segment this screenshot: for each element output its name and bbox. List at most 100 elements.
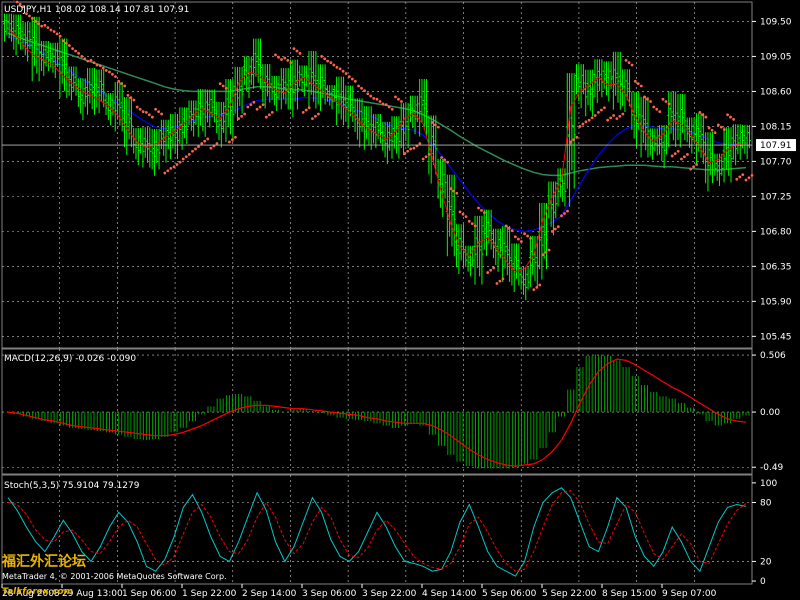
sar-dot xyxy=(461,212,465,216)
sar-dot xyxy=(135,105,139,109)
sar-dot xyxy=(350,77,354,81)
sar-dot xyxy=(61,39,65,43)
sar-dot xyxy=(421,157,425,161)
sar-dot xyxy=(335,65,339,69)
sar-dot xyxy=(667,102,671,106)
sar-dot xyxy=(538,283,542,287)
sar-dot xyxy=(43,23,47,27)
sar-dot xyxy=(280,58,283,61)
sar-dot xyxy=(117,79,121,83)
sar-dot xyxy=(150,115,154,119)
sar-dot xyxy=(237,117,241,121)
sar-dot xyxy=(206,137,210,141)
sar-dot xyxy=(77,51,80,55)
sar-dot xyxy=(501,277,505,281)
sar-dot xyxy=(597,111,600,114)
x-tick-label: 5 Sep 06:00 xyxy=(482,589,537,599)
sar-dot xyxy=(692,165,696,169)
sar-dot xyxy=(698,111,702,114)
sar-dot xyxy=(532,288,536,292)
sar-dot xyxy=(458,210,462,214)
sar-dot xyxy=(270,111,274,114)
sar-dot xyxy=(289,61,293,65)
sar-dot xyxy=(178,160,182,164)
sar-dot xyxy=(64,41,68,45)
y-tick-label: 105.90 xyxy=(760,297,792,307)
sar-dot xyxy=(649,100,652,103)
sar-dot xyxy=(729,115,732,119)
sar-dot xyxy=(636,82,640,86)
sar-dot xyxy=(197,145,200,149)
sar-dot xyxy=(670,154,674,158)
sar-dot xyxy=(526,234,529,238)
sar-dot xyxy=(200,142,204,145)
sar-dot xyxy=(513,235,517,239)
sar-dot xyxy=(440,156,443,159)
sar-dot xyxy=(160,112,164,116)
sar-dot xyxy=(547,248,551,252)
sar-dot xyxy=(98,64,102,68)
sar-dot xyxy=(255,107,259,111)
sar-dot xyxy=(563,212,566,215)
sar-dot xyxy=(704,115,708,119)
sar-dot xyxy=(652,105,656,109)
sar-dot xyxy=(519,240,523,243)
sar-dot xyxy=(470,222,474,225)
sar-dot xyxy=(529,236,532,240)
sar-dot xyxy=(181,157,185,161)
sar-dot xyxy=(430,121,434,124)
sar-dot xyxy=(49,28,53,32)
sar-dot xyxy=(683,155,686,159)
sar-dot xyxy=(283,56,287,60)
macd-panel-title: MACD(12,26,9) -0.026 -0.090 xyxy=(4,354,136,364)
sar-dot xyxy=(80,55,84,58)
sar-dot xyxy=(600,108,603,112)
sar-dot xyxy=(689,167,693,171)
sar-dot xyxy=(191,149,194,153)
sar-dot xyxy=(249,103,253,107)
sar-dot xyxy=(489,268,493,272)
y-tick-label: 108.15 xyxy=(760,122,792,132)
sar-dot xyxy=(744,178,748,182)
sar-dot xyxy=(34,20,38,23)
sar-dot xyxy=(138,107,142,111)
sar-dot xyxy=(31,16,34,20)
watermark-chinese: 福汇外汇论坛 xyxy=(1,553,86,570)
sar-dot xyxy=(83,57,87,61)
sar-dot xyxy=(615,117,619,121)
sar-dot xyxy=(418,142,422,145)
sar-dot xyxy=(264,115,268,119)
sar-dot xyxy=(246,105,250,109)
trading-chart[interactable]: 109.50 109.05 108.60 108.15 107.70 107.25 106.… xyxy=(0,0,800,600)
y-tick-label: 0 xyxy=(760,577,766,587)
y-tick-label: 109.05 xyxy=(760,52,792,62)
sar-dot xyxy=(28,14,31,18)
y-tick-label: 106.80 xyxy=(760,227,792,237)
x-tick-label: 9 Sep 07:00 xyxy=(662,589,717,599)
watermark-copyright: MetaTrader 4, © 2001-2006 MetaQuotes Sof… xyxy=(2,572,227,581)
sar-dot xyxy=(658,110,662,114)
sar-dot xyxy=(510,229,514,232)
sar-dot xyxy=(224,86,228,90)
sar-dot xyxy=(541,253,545,257)
sar-dot xyxy=(344,72,348,75)
sar-dot xyxy=(314,114,317,118)
sar-dot xyxy=(71,47,74,51)
sar-dot xyxy=(86,59,90,63)
sar-dot xyxy=(477,206,480,210)
sar-dot xyxy=(618,114,622,118)
sar-dot xyxy=(120,82,124,86)
sar-dot xyxy=(89,58,93,62)
sar-dot xyxy=(15,0,19,4)
sar-dot xyxy=(443,158,446,162)
sar-dot xyxy=(713,131,717,135)
sar-dot xyxy=(578,125,582,128)
y-tick-label: 100 xyxy=(760,479,777,489)
sar-dot xyxy=(612,114,616,117)
sar-dot xyxy=(169,166,173,170)
sar-dot xyxy=(274,53,277,57)
sar-dot xyxy=(394,95,397,99)
sar-dot xyxy=(732,118,735,121)
sar-dot xyxy=(655,107,659,111)
sar-dot xyxy=(347,75,351,79)
